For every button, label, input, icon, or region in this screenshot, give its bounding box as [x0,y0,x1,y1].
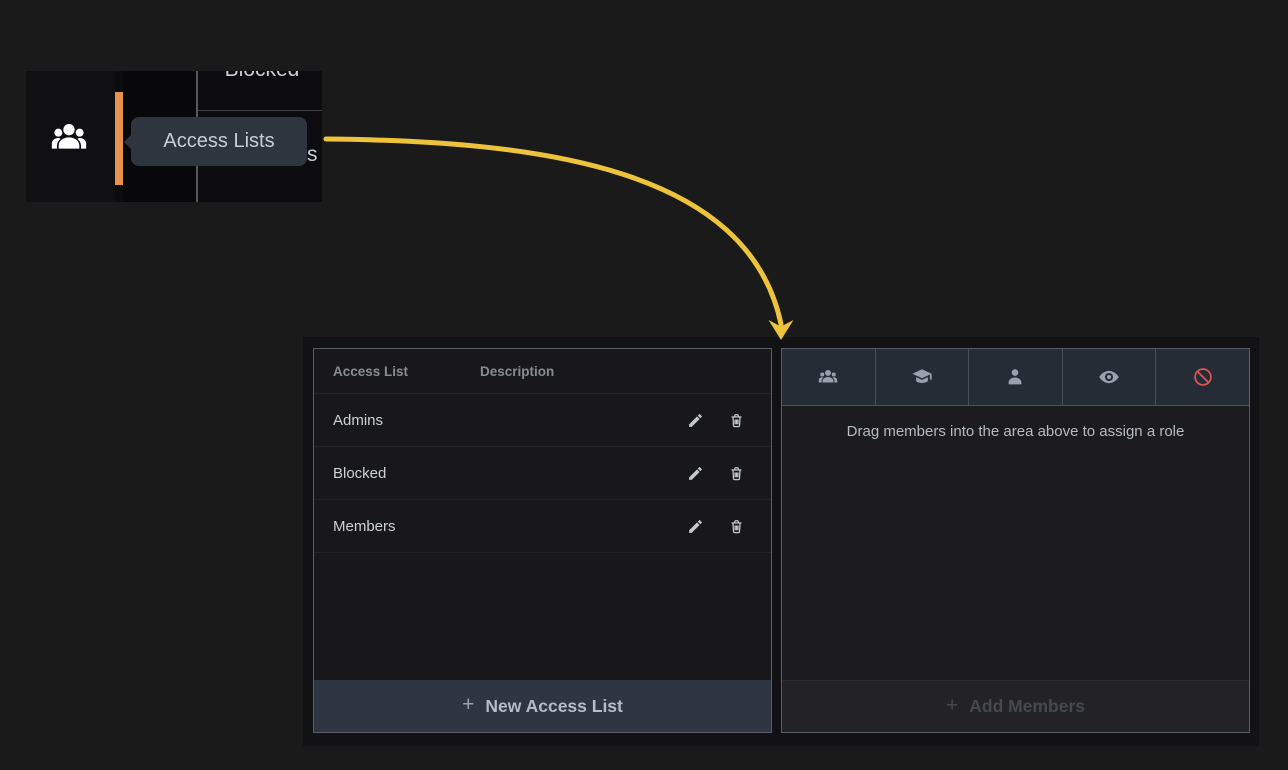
role-viewer-dropzone[interactable] [1063,349,1157,405]
ban-icon [1192,366,1214,388]
table-row[interactable]: Blocked [314,447,771,500]
members-panel: Drag members into the area above to assi… [781,348,1250,733]
tooltip-caret [124,134,132,150]
new-access-list-button[interactable]: + New Access List [314,680,771,732]
column-description: Description [480,364,554,379]
row-separator [198,110,322,111]
access-list-name: Admins [314,412,687,429]
new-access-list-label: New Access List [485,696,622,717]
add-members-button[interactable]: + Add Members [782,680,1249,732]
tooltip-label: Access Lists [163,130,274,153]
pencil-icon[interactable] [687,412,704,429]
access-list-panel: Access List Description Admins Blocked [313,348,772,733]
eye-icon [1098,366,1120,388]
table-row[interactable]: Members [314,500,771,553]
drag-members-hint: Drag members into the area above to assi… [782,423,1249,440]
access-list-name: Blocked [314,465,687,482]
column-access-list: Access List [314,364,480,379]
table-row[interactable]: Admins [314,394,771,447]
role-moderator-dropzone[interactable] [876,349,970,405]
role-admin-dropzone[interactable] [782,349,876,405]
person-icon [1004,366,1026,388]
members-drop-area[interactable] [782,440,1249,680]
role-member-dropzone[interactable] [969,349,1063,405]
access-list-name: Members [314,518,687,535]
group-icon [817,366,839,388]
trash-icon[interactable] [728,412,745,429]
pencil-icon[interactable] [687,465,704,482]
graduation-cap-icon [911,366,933,388]
pencil-icon[interactable] [687,518,704,535]
plus-icon: + [946,694,958,718]
role-drop-targets [782,349,1249,406]
partial-row-blocked: Blocked [202,71,322,82]
role-banned-dropzone[interactable] [1156,349,1249,405]
empty-area [314,553,771,680]
plus-icon: + [462,693,474,717]
trash-icon[interactable] [728,518,745,535]
add-members-label: Add Members [969,696,1085,717]
table-header: Access List Description [314,349,771,394]
access-lists-tooltip: Access Lists [131,117,307,166]
trash-icon[interactable] [728,465,745,482]
active-indicator-bar [115,92,123,185]
group-icon[interactable] [46,117,92,157]
